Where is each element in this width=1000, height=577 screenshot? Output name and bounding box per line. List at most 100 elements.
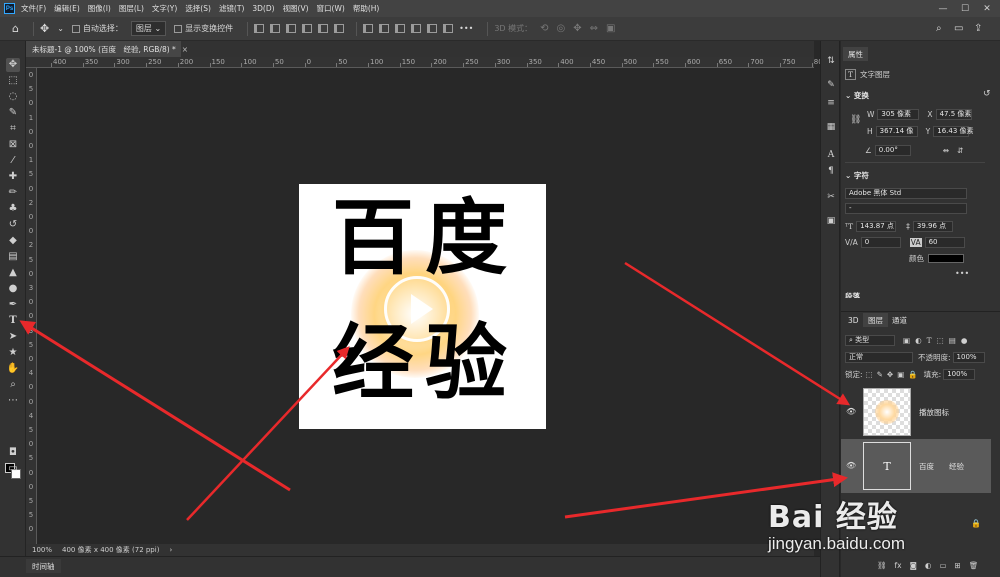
pen-tool-icon[interactable]: ✒ bbox=[6, 298, 20, 312]
link-proportions-icon[interactable]: ⛓ bbox=[850, 115, 861, 125]
type-tool-icon[interactable]: T bbox=[6, 314, 20, 328]
flip-horizontal-icon[interactable]: ⇹ bbox=[943, 146, 949, 155]
properties-panel-icon[interactable]: ▦ bbox=[825, 121, 837, 133]
menu-file[interactable]: 文件(F) bbox=[21, 3, 46, 14]
3d-roll-icon[interactable]: ◎ bbox=[557, 23, 566, 34]
quick-select-tool-icon[interactable]: ✎ bbox=[6, 106, 20, 120]
mask-icon[interactable]: ◙ bbox=[910, 561, 917, 570]
blur-tool-icon[interactable]: ▲ bbox=[6, 266, 20, 280]
width-field[interactable]: 305 像素 bbox=[877, 109, 920, 120]
layer-name[interactable]: 播放图标 bbox=[919, 407, 949, 418]
libraries-panel-icon[interactable]: ▣ bbox=[825, 215, 837, 227]
menu-window[interactable]: 窗口(W) bbox=[317, 3, 345, 14]
text-color-swatch[interactable] bbox=[928, 254, 964, 263]
layer-name[interactable]: 百度 经验 bbox=[919, 461, 964, 472]
adjustments-panel-icon[interactable]: ≡ bbox=[825, 97, 837, 109]
tab-3d[interactable]: 3D bbox=[843, 313, 864, 327]
healing-brush-icon[interactable]: ✚ bbox=[6, 170, 20, 184]
menu-help[interactable]: 帮助(H) bbox=[353, 3, 380, 14]
lock-all-icon[interactable]: 🔒 bbox=[908, 370, 917, 379]
workspace-icon[interactable]: ▭ bbox=[954, 23, 963, 34]
status-expand-icon[interactable]: › bbox=[169, 546, 172, 554]
distribute-middle-icon[interactable] bbox=[379, 24, 390, 33]
path-select-icon[interactable]: ➤ bbox=[6, 330, 20, 344]
timeline-tab[interactable]: 时间轴 bbox=[26, 559, 61, 573]
3d-rotate-icon[interactable]: ⟲ bbox=[540, 23, 548, 34]
x-field[interactable]: 47.5 像素 bbox=[935, 109, 972, 120]
3d-pan-icon[interactable]: ✥ bbox=[573, 23, 581, 34]
show-transform-checkbox[interactable] bbox=[174, 24, 183, 33]
quick-mask-icon[interactable]: ◘ bbox=[6, 446, 20, 460]
align-right-icon[interactable] bbox=[286, 24, 297, 33]
flip-vertical-icon[interactable]: ⇵ bbox=[957, 146, 963, 155]
paragraph-section-title[interactable]: 段落 bbox=[845, 291, 860, 298]
close-window-button[interactable]: ✕ bbox=[976, 0, 998, 17]
menu-3d[interactable]: 3D(D) bbox=[252, 4, 274, 13]
hand-tool-icon[interactable]: ✋ bbox=[6, 362, 20, 376]
height-field[interactable]: 367.14 像 bbox=[875, 126, 918, 137]
leading-field[interactable]: 39.96 点 bbox=[912, 221, 953, 232]
menu-select[interactable]: 选择(S) bbox=[185, 3, 211, 14]
eyedropper-tool-icon[interactable]: ⁄ bbox=[6, 154, 20, 168]
distribute-left-icon[interactable] bbox=[411, 24, 422, 33]
lock-artboard-icon[interactable]: ▣ bbox=[897, 370, 904, 379]
photoshop-logo[interactable]: Ps bbox=[4, 3, 15, 14]
tab-properties[interactable]: 属性 bbox=[843, 47, 868, 61]
clone-stamp-icon[interactable]: ♣ bbox=[6, 202, 20, 216]
link-icon[interactable]: ⛓ bbox=[877, 561, 887, 570]
reset-transform-icon[interactable]: ↺ bbox=[983, 89, 991, 99]
shape-tool-icon[interactable]: ★ bbox=[6, 346, 20, 360]
filter-toggle-icon[interactable]: ● bbox=[961, 336, 968, 345]
align-bottom-icon[interactable] bbox=[334, 24, 345, 33]
document-canvas[interactable]: 百 度 经 验 bbox=[299, 184, 546, 429]
distribute-top-icon[interactable] bbox=[363, 24, 374, 33]
font-style-dropdown[interactable]: - bbox=[845, 203, 967, 214]
adjustment-icon[interactable]: ◐ bbox=[925, 561, 932, 570]
auto-select-dropdown[interactable]: 图层 ⌄ bbox=[130, 21, 167, 36]
zoom-tool-icon[interactable]: ⌕ bbox=[6, 378, 20, 392]
delete-icon[interactable]: 🗑 bbox=[969, 561, 979, 570]
blend-mode-dropdown[interactable]: 正常 bbox=[845, 352, 913, 363]
align-center-icon[interactable] bbox=[270, 24, 281, 33]
kerning-field[interactable]: 0 bbox=[860, 237, 901, 248]
lock-image-icon[interactable]: ✎ bbox=[877, 370, 883, 379]
filter-shape-icon[interactable]: ⬚ bbox=[937, 336, 944, 345]
character-section-title[interactable]: ⌄ 字符 bbox=[845, 170, 869, 181]
brush-settings-icon[interactable]: ✎ bbox=[825, 79, 837, 91]
menu-image[interactable]: 图像(I) bbox=[88, 3, 111, 14]
paragraph-panel-icon[interactable]: ¶ bbox=[825, 165, 837, 177]
chevron-down-icon[interactable]: ⌄ bbox=[57, 24, 64, 33]
dodge-tool-icon[interactable]: ● bbox=[6, 282, 20, 296]
history-panel-icon[interactable]: ⇅ bbox=[825, 55, 837, 67]
more-options-button[interactable]: ••• bbox=[459, 24, 473, 33]
group-icon[interactable]: ▭ bbox=[939, 561, 946, 570]
lock-transparent-icon[interactable]: ⬚ bbox=[866, 370, 873, 379]
align-middle-icon[interactable] bbox=[318, 24, 329, 33]
search-icon[interactable]: ⌕ bbox=[936, 23, 942, 34]
menu-filter[interactable]: 滤镜(T) bbox=[219, 3, 244, 14]
move-tool-icon[interactable]: ✥ bbox=[6, 58, 20, 72]
layer-filter-dropdown[interactable]: ⌕ 类型 bbox=[845, 335, 895, 346]
show-transform-option[interactable]: 显示变换控件 bbox=[174, 23, 233, 34]
home-icon[interactable]: ⌂ bbox=[12, 22, 19, 35]
menu-edit[interactable]: 编辑(E) bbox=[54, 3, 80, 14]
transform-section-title[interactable]: ⌄ 变换 bbox=[845, 90, 869, 101]
layer-row-image[interactable]: 👁 播放图标 bbox=[841, 385, 991, 439]
fill-field[interactable]: 100% bbox=[943, 369, 976, 380]
marquee-tool-icon[interactable]: ⬚ bbox=[6, 74, 20, 88]
move-tool-icon[interactable]: ✥ bbox=[40, 22, 49, 35]
eraser-tool-icon[interactable]: ◆ bbox=[6, 234, 20, 248]
lock-position-icon[interactable]: ✥ bbox=[887, 370, 893, 379]
menu-type[interactable]: 文字(Y) bbox=[152, 3, 177, 14]
y-field[interactable]: 16.43 像素 bbox=[933, 126, 974, 137]
brush-tool-icon[interactable]: ✏ bbox=[6, 186, 20, 200]
auto-select-option[interactable]: 自动选择： bbox=[71, 23, 123, 34]
maximize-button[interactable]: ☐ bbox=[954, 0, 976, 17]
filter-smart-icon[interactable]: ▤ bbox=[949, 336, 956, 345]
align-left-icon[interactable] bbox=[254, 24, 265, 33]
tracking-field[interactable]: 60 bbox=[924, 237, 965, 248]
gradient-tool-icon[interactable]: ▤ bbox=[6, 250, 20, 264]
lasso-tool-icon[interactable]: ◌ bbox=[6, 90, 20, 104]
zoom-level[interactable]: 100% bbox=[32, 546, 52, 554]
filter-adjustment-icon[interactable]: ◐ bbox=[915, 336, 922, 345]
